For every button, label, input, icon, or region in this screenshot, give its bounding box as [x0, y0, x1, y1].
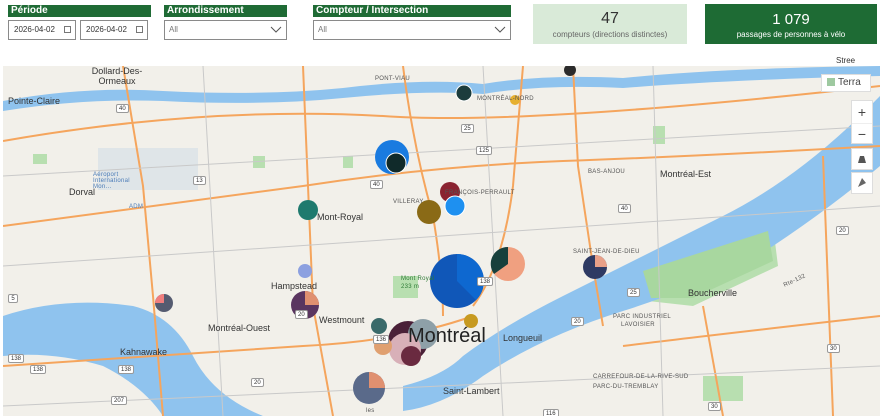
periode-label: Période — [8, 5, 151, 17]
label-montreal: Montréal — [408, 325, 486, 347]
highway-shield: 125 — [476, 146, 493, 155]
highway-shield: 138 — [118, 365, 135, 374]
passages-kpi-card: 1 079 passages de personnes à vélo — [705, 4, 877, 44]
label-mont-royal-park: Mont Royal — [401, 276, 435, 282]
park-area — [33, 154, 47, 164]
zoom-in-button[interactable]: + — [852, 101, 872, 123]
label-lavoisier: LAVOISIER — [621, 322, 655, 328]
label-francois-perrault: FRANÇOIS-PERRAULT — [445, 190, 515, 196]
highway-shield: 25 — [627, 288, 640, 297]
arrondissement-select[interactable]: All — [164, 20, 287, 40]
label-boucherville: Boucherville — [688, 288, 738, 298]
chevron-down-icon[interactable] — [270, 24, 282, 34]
label-bas-anjou: BAS-ANJOU — [588, 169, 626, 175]
label-hampstead: Hampstead — [271, 281, 318, 291]
label-dorval: Dorval — [69, 187, 96, 197]
start-date-value: 2026-04-02 — [14, 25, 55, 34]
highway-shield: 116 — [543, 409, 559, 416]
highway-shield: 30 — [827, 344, 840, 353]
compteur-select[interactable]: All — [313, 20, 511, 40]
label-longueuil: Longueuil — [503, 333, 543, 343]
label-mont-royal: Mont-Royal — [317, 212, 364, 222]
label-pointe-claire: Pointe-Claire — [8, 96, 61, 106]
tilt-button[interactable] — [851, 148, 873, 170]
counter-marker[interactable] — [444, 195, 466, 217]
terra-label: Terra — [838, 77, 861, 88]
highway-shield: 136 — [373, 335, 390, 344]
counters-kpi-card: 47 compteurs (directions distinctes) — [533, 4, 687, 44]
highway-shield: 207 — [111, 396, 128, 405]
arrondissement-value: All — [169, 25, 178, 34]
label-st-jean: SAINT-JEAN-DE-DIEU — [573, 249, 640, 255]
counter-marker-slice — [305, 291, 319, 305]
zoom-controls: + − — [851, 100, 873, 144]
highway-shield: 13 — [193, 176, 206, 185]
counter-marker[interactable] — [298, 200, 318, 220]
label-carrefour: CARREFOUR-DE-LA-RIVE-SUD — [593, 374, 689, 380]
counter-marker[interactable] — [455, 84, 473, 102]
counter-marker-slice — [155, 294, 164, 303]
label-parc-industriel: PARC INDUSTRIEL — [613, 314, 672, 320]
label-parc-tremblay: PARC-DU-TREMBLAY — [593, 384, 659, 390]
calendar-icon[interactable] — [64, 26, 71, 33]
counter-marker[interactable] — [385, 152, 407, 174]
map[interactable]: Pointe-Claire Dollard-Des-Ormeaux PONT-V… — [3, 66, 880, 416]
park-area — [703, 376, 743, 401]
label-dollard: Dollard-Des-Ormeaux — [91, 66, 143, 86]
label-iles: les — [366, 408, 375, 414]
highway-shield: 25 — [461, 124, 474, 133]
zoom-out-button[interactable]: − — [852, 123, 872, 146]
end-date-input[interactable]: 2026-04-02 — [80, 20, 148, 40]
end-date-value: 2026-04-02 — [86, 25, 127, 34]
tilt-icon — [858, 156, 866, 163]
park-area — [343, 156, 353, 168]
passages-kpi-value: 1 079 — [772, 11, 810, 28]
chevron-down-icon[interactable] — [494, 24, 506, 34]
label-montreal-est: Montréal-Est — [660, 169, 712, 179]
header-fragment: Stree — [836, 56, 856, 65]
compass-icon — [858, 178, 866, 187]
calendar-icon[interactable] — [136, 26, 143, 33]
highway-shield: 20 — [251, 378, 264, 387]
counter-marker-slice — [369, 372, 385, 388]
counter-marker-slice — [595, 255, 607, 267]
counters-kpi-caption: compteurs (directions distinctes) — [552, 30, 668, 39]
highway-shield: 138 — [30, 365, 47, 374]
label-mont-royal-elev: 233 m — [401, 284, 420, 290]
label-villeray: VILLERAY — [393, 199, 424, 205]
label-aeroport: Aéroport International Mon... — [93, 172, 130, 190]
highway-shield: 40 — [116, 104, 129, 113]
start-date-input[interactable]: 2026-04-02 — [8, 20, 76, 40]
compass-button[interactable] — [851, 172, 873, 194]
counter-marker[interactable] — [401, 346, 421, 366]
label-kahnawake: Kahnawake — [120, 347, 168, 357]
terra-layer-button[interactable]: Terra — [821, 74, 871, 92]
label-pont-viau: PONT-VIAU — [375, 76, 411, 82]
layer-icon — [827, 78, 835, 87]
label-adm: ADM — [129, 204, 144, 210]
counters-kpi-value: 47 — [601, 10, 619, 27]
passages-kpi-caption: passages de personnes à vélo — [736, 30, 846, 39]
highway-shield: 20 — [836, 226, 849, 235]
highway-shield: 138 — [8, 354, 25, 363]
highway-shield: 5 — [8, 294, 18, 303]
lac-saint-louis — [3, 302, 263, 416]
highway-shield: 138 — [477, 277, 494, 286]
compteur-value: All — [318, 25, 327, 34]
label-montreal-nord: MONTRÉAL-NORD — [477, 96, 534, 102]
arrondissement-label: Arrondissement — [164, 5, 287, 17]
counter-marker[interactable] — [371, 318, 387, 334]
label-montreal-ouest: Montréal-Ouest — [208, 323, 271, 333]
highway-shield: 20 — [571, 317, 584, 326]
highway-shield: 20 — [295, 310, 308, 319]
highway-shield: 30 — [708, 402, 721, 411]
counter-marker[interactable] — [298, 264, 312, 278]
saint-lawrence-river — [403, 96, 880, 411]
label-westmount: Westmount — [319, 315, 365, 325]
label-saint-lambert: Saint-Lambert — [443, 386, 500, 396]
map-canvas[interactable] — [3, 66, 880, 416]
highway-shield: 40 — [370, 180, 383, 189]
highway-shield: 40 — [618, 204, 631, 213]
compteur-label: Compteur / Intersection — [313, 5, 511, 17]
